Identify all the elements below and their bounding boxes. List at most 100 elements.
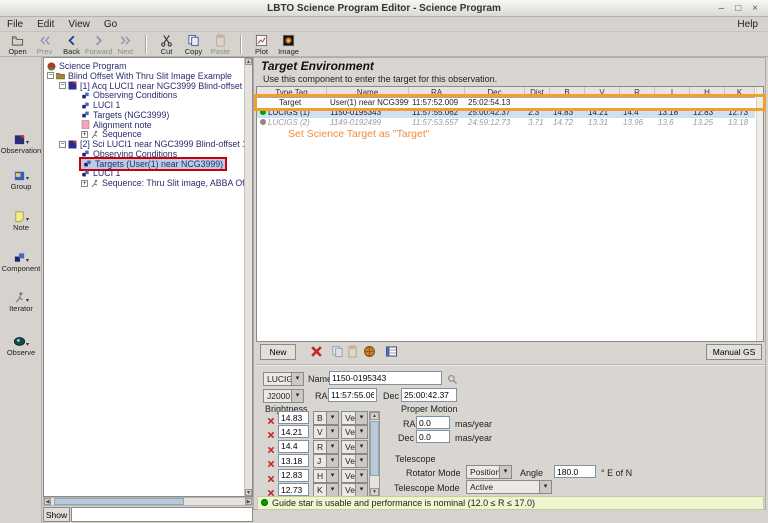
column-header-r[interactable]: R [620,87,655,98]
menu-view[interactable]: View [61,18,97,31]
remove-brightness-button[interactable] [266,442,276,452]
show-input[interactable] [71,507,253,522]
tree-item-content[interactable]: Alignment note [81,120,152,130]
pm-ra-input[interactable] [416,416,450,429]
remove-brightness-button[interactable] [266,456,276,466]
column-header-dec[interactable]: Dec [465,87,525,98]
table-cell-h[interactable] [690,98,725,108]
menu-help[interactable]: Help [733,19,762,30]
band-select[interactable]: B [313,411,339,425]
tree-item[interactable]: Science Program [47,61,126,71]
remove-brightness-button[interactable] [266,471,276,481]
band-select[interactable]: K [313,483,339,497]
tree-item-content[interactable]: Science Program [47,61,126,71]
table-cell-h[interactable]: 12.83 [690,108,725,118]
target-type-select[interactable]: LUCIGS [263,372,304,386]
table-cell-k[interactable]: 12.73 [725,108,755,118]
toolbar-button-plot[interactable]: Plot [248,34,275,56]
tree-item-content[interactable]: Observing Conditions [81,149,177,159]
table-cell-dist[interactable]: 2.3 [525,108,550,118]
tree-item-content[interactable]: LUCI 1 [81,168,120,178]
magnitude-system-select[interactable]: Vega [341,425,368,439]
close-button[interactable]: × [748,0,762,17]
tree-vertical-scrollbar[interactable]: ▲ ▼ [244,58,252,496]
table-cell-type_tag[interactable]: LUCIGS (2) [257,118,327,128]
table-cell-i[interactable]: 13.18 [655,108,690,118]
menu-go[interactable]: Go [97,18,124,31]
scroll-up-icon[interactable]: ▲ [370,412,379,420]
toolbar-button-image[interactable]: Image [275,34,302,56]
collapse-icon[interactable]: − [59,82,66,89]
column-header-name[interactable]: Name [327,87,409,98]
menu-file[interactable]: File [0,18,30,31]
brightness-value-input[interactable] [278,454,309,467]
toolbar-button-copy[interactable]: Copy [180,34,207,56]
magnitude-system-select[interactable]: Vega [341,411,368,425]
table-cell-ra[interactable]: 11:57:53.557 [409,118,465,128]
remove-target-button[interactable] [308,345,324,360]
band-select[interactable]: H [313,469,339,483]
copy-target-button[interactable] [329,345,345,360]
column-header-dist[interactable]: Dist [525,87,550,98]
scroll-right-icon[interactable]: ▶ [245,498,252,505]
expand-icon[interactable]: + [81,180,88,187]
table-cell-i[interactable] [655,98,690,108]
telescope-mode-select[interactable]: Active [466,480,552,494]
column-header-ra[interactable]: RA [409,87,465,98]
table-scrollbar[interactable] [756,87,763,341]
table-cell-name[interactable]: 1149-0192499 [327,118,409,128]
target-list-button[interactable] [383,345,399,360]
palette-component-button[interactable]: ▾Component [0,251,42,273]
magnitude-system-select[interactable]: Vega [341,440,368,454]
table-cell-type_tag[interactable]: LUCIGS (1) [257,108,327,118]
tree-item[interactable]: Alignment note [81,120,152,130]
brightness-value-input[interactable] [278,483,309,496]
table-cell-k[interactable] [725,98,755,108]
menu-edit[interactable]: Edit [30,18,61,31]
tree-item[interactable]: LUCI 1 [81,168,120,178]
tree-item-content[interactable]: Sequence [90,129,142,139]
magnitude-system-select[interactable]: Vega [341,469,368,483]
magnitude-system-select[interactable]: Vega [341,454,368,468]
table-cell-k[interactable]: 13.18 [725,118,755,128]
tree-item-content[interactable]: Observing Conditions [81,90,177,100]
brightness-value-input[interactable] [278,469,309,482]
scroll-up-icon[interactable]: ▲ [245,58,252,65]
table-cell-dec[interactable]: 25:00:42.37 [465,108,525,118]
table-cell-name[interactable]: 1150-0195343 [327,108,409,118]
scroll-down-icon[interactable]: ▼ [245,489,252,496]
tree-item-content[interactable]: [2] Sci LUCI1 near NGC3999 Blind-offset … [68,139,253,149]
column-header-b[interactable]: B [550,87,585,98]
fetch-catalog-button[interactable] [361,345,377,360]
collapse-icon[interactable]: − [47,72,54,79]
table-cell-b[interactable] [550,98,585,108]
manual-gs-button[interactable]: Manual GS [706,344,762,360]
palette-observation-button[interactable]: ▾Observation [0,133,42,155]
tree-item-content[interactable]: Sequence: Thru Slit image, ABBA Offset P… [90,178,253,188]
brightness-value-input[interactable] [278,411,309,424]
brightness-value-input[interactable] [278,440,309,453]
column-header-h[interactable]: H [690,87,725,98]
table-cell-type_tag[interactable]: Target [257,98,327,108]
column-header-i[interactable]: I [655,87,690,98]
table-cell-dec[interactable]: 25:02:54.13 [465,98,525,108]
band-select[interactable]: J [313,454,339,468]
tree-item[interactable]: Observing Conditions [81,149,177,159]
tree-item-content[interactable]: LUCI 1 [81,100,120,110]
palette-observe-button[interactable]: ▾Observe [0,335,42,357]
tree-item[interactable]: −[2] Sci LUCI1 near NGC3999 Blind-offset… [59,139,253,149]
tree-item[interactable]: Targets (NGC3999) [81,110,169,120]
minimize-button[interactable]: – [714,0,728,17]
pm-dec-input[interactable] [416,430,450,443]
scrollbar-thumb[interactable] [370,421,379,476]
tree-item[interactable]: Targets (User(1) near NCG3999) [81,159,225,169]
maximize-button[interactable]: □ [731,0,745,17]
palette-note-button[interactable]: ▾Note [0,210,42,232]
column-header-v[interactable]: V [585,87,620,98]
brightness-value-input[interactable] [278,425,309,438]
table-cell-h[interactable]: 13.25 [690,118,725,128]
scrollbar-thumb[interactable] [54,498,184,505]
table-cell-i[interactable]: 13.6 [655,118,690,128]
angle-input[interactable] [554,465,596,478]
tree-horizontal-scrollbar[interactable]: ◀ ▶ [43,497,253,506]
